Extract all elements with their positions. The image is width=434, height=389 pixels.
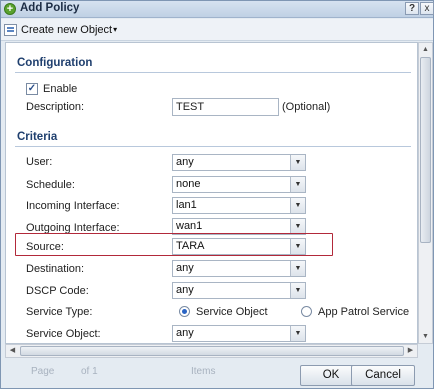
source-label: Source: [26, 241, 64, 253]
pager-of-label: of 1 [81, 366, 98, 377]
user-value: any [176, 156, 194, 168]
radio-app-patrol-service[interactable] [301, 306, 312, 317]
chevron-down-icon[interactable]: ▼ [290, 177, 305, 192]
dscp-code-label: DSCP Code: [26, 285, 89, 297]
form-content: Configuration ✓ Enable Description: TEST… [5, 42, 418, 344]
user-label: User: [26, 156, 53, 168]
enable-label: Enable [43, 83, 78, 95]
horizontal-scroll-thumb[interactable] [20, 346, 404, 356]
chevron-down-icon[interactable]: ▼ [290, 219, 305, 234]
app-patrol-option-label: App Patrol Service [318, 306, 410, 318]
pager-page-label: Page [31, 366, 55, 377]
section-title-criteria: Criteria [17, 131, 58, 143]
optional-hint: (Optional) [282, 101, 331, 113]
destination-select[interactable]: any ▼ [172, 260, 306, 277]
pager-items-label: Items [191, 366, 216, 377]
schedule-label: Schedule: [26, 179, 75, 191]
scroll-right-icon[interactable]: ▶ [404, 345, 417, 357]
chevron-down-icon[interactable]: ▼ [290, 198, 305, 213]
scroll-left-icon[interactable]: ◀ [6, 345, 19, 357]
dscp-code-value: any [176, 284, 194, 296]
help-button[interactable]: ? [405, 2, 419, 15]
scroll-up-icon[interactable]: ▲ [419, 43, 432, 56]
vertical-scroll-thumb[interactable] [420, 57, 431, 243]
section-divider [15, 72, 411, 73]
incoming-interface-select[interactable]: lan1 ▼ [172, 197, 306, 214]
dialog-title: Add Policy [20, 2, 80, 14]
chevron-down-icon[interactable]: ▼ [290, 283, 305, 298]
user-select[interactable]: any ▼ [172, 154, 306, 171]
horizontal-scrollbar[interactable]: ◀ ▶ [5, 344, 418, 358]
create-new-object-label: Create new Object [21, 24, 113, 36]
service-object-label: Service Object: [26, 328, 101, 340]
source-value: TARA [176, 240, 205, 252]
incoming-interface-label: Incoming Interface: [26, 200, 120, 212]
close-button[interactable]: x [420, 2, 434, 15]
incoming-interface-value: lan1 [176, 199, 197, 211]
service-object-value: any [176, 327, 194, 339]
chevron-down-icon[interactable]: ▼ [290, 326, 305, 341]
create-new-object-button[interactable]: Create new Object▾ [4, 22, 117, 38]
section-title-configuration: Configuration [17, 57, 93, 69]
add-icon: + [4, 3, 16, 15]
cancel-button[interactable]: Cancel [351, 365, 415, 386]
schedule-value: none [176, 178, 201, 190]
object-list-icon [4, 24, 17, 36]
outgoing-interface-value: wan1 [176, 220, 203, 232]
source-select[interactable]: TARA ▼ [172, 238, 306, 255]
dscp-code-select[interactable]: any ▼ [172, 282, 306, 299]
chevron-down-icon[interactable]: ▼ [290, 155, 305, 170]
chevron-down-icon[interactable]: ▼ [290, 261, 305, 276]
radio-service-object[interactable] [179, 306, 190, 317]
toolbar: Create new Object▾ [1, 19, 433, 41]
scroll-down-icon[interactable]: ▼ [419, 330, 432, 343]
description-field[interactable]: TEST [172, 98, 279, 116]
service-type-label: Service Type: [26, 306, 93, 318]
service-object-select[interactable]: any ▼ [172, 325, 306, 342]
vertical-scrollbar[interactable]: ▲ ▼ [418, 42, 433, 344]
schedule-select[interactable]: none ▼ [172, 176, 306, 193]
chevron-down-icon: ▾ [113, 25, 118, 34]
section-divider [15, 146, 411, 147]
destination-label: Destination: [26, 263, 85, 275]
description-label: Description: [26, 101, 85, 113]
destination-value: any [176, 262, 194, 274]
service-object-option-label: Service Object [196, 306, 268, 318]
chevron-down-icon[interactable]: ▼ [290, 239, 305, 254]
add-policy-dialog: + Add Policy ? x Create new Object▾ Conf… [0, 0, 434, 389]
enable-checkbox[interactable]: ✓ [26, 83, 38, 95]
title-bar[interactable]: + Add Policy ? x [1, 1, 434, 18]
